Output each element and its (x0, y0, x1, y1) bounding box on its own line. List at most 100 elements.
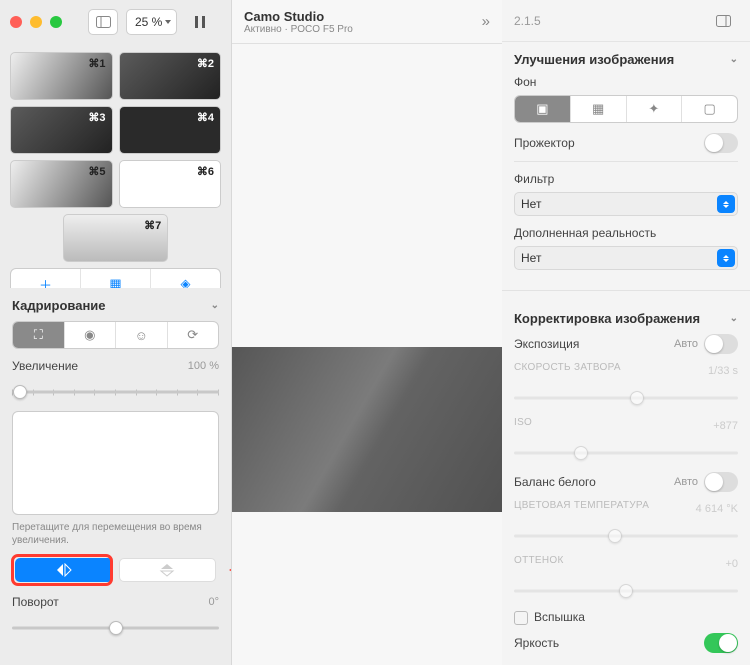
tint-row: ОТТЕНОК +0 (514, 555, 738, 572)
pan-drag-area[interactable] (12, 411, 219, 515)
wb-auto-toggle[interactable] (704, 472, 738, 492)
rotate-slider[interactable] (12, 617, 219, 639)
caret-icon (717, 249, 735, 267)
zoom-readout: 100 % (188, 360, 219, 372)
tint-slider[interactable] (514, 580, 738, 602)
crop-icon: ⛶ (34, 327, 43, 343)
brightness-row: Яркость (514, 633, 738, 653)
preset-1[interactable]: ⌘1 (10, 52, 113, 100)
chevron-right-icon: » (482, 13, 490, 30)
preset-5[interactable]: ⌘5 (10, 160, 113, 208)
chevron-down-icon[interactable]: ⌄ (211, 300, 219, 311)
shutter-slider[interactable] (514, 387, 738, 409)
preset-shortcut: ⌘6 (197, 165, 214, 178)
bg-mode-replace[interactable]: ✦ (627, 96, 683, 122)
enhance-heading: Улучшения изображения⌄ (514, 52, 738, 67)
left-scroll-area[interactable]: ⌘1 ⌘2 ⌘3 ⌘4 ⌘5 ⌘6 ⌘7 ＋ ▦ ◈ Кадрирование⌄… (0, 44, 231, 665)
spotlight-label: Прожектор (514, 136, 575, 150)
window-titlebar: 25 % (0, 0, 231, 44)
wb-label: Баланс белого (514, 475, 596, 489)
crop-mode-body[interactable]: ☺ (116, 322, 168, 348)
zoom-row: Увеличение 100 % (12, 359, 219, 373)
temp-value: 4 614 °K (696, 503, 738, 515)
add-preset-button[interactable]: ＋ (11, 269, 81, 288)
version-label: 2.1.5 (514, 14, 541, 28)
tint-value: +0 (725, 558, 738, 570)
layers-icon: ◈ (181, 276, 191, 288)
preset-shortcut: ⌘2 (197, 57, 214, 70)
ar-value: Нет (521, 251, 541, 265)
zoom-select[interactable]: 25 % (126, 9, 177, 35)
preset-6[interactable]: ⌘6 (119, 160, 222, 208)
iso-label: ISO (514, 417, 532, 428)
chevron-down-icon[interactable]: ⌄ (730, 54, 738, 65)
preset-7[interactable]: ⌘7 (63, 214, 169, 262)
sidebar-toggle-button[interactable] (88, 9, 118, 35)
mirror-horizontal-icon (55, 563, 73, 577)
blur-icon: ▦ (592, 101, 604, 117)
maximize-window-button[interactable] (50, 16, 62, 28)
spotlight-toggle[interactable] (704, 133, 738, 153)
auto-label: Авто (674, 476, 698, 488)
mirror-horizontal-button[interactable] (15, 558, 113, 582)
annotation-arrow (229, 560, 231, 580)
app-title: Camo Studio (244, 9, 353, 24)
chevron-down-icon[interactable]: ⌄ (730, 313, 738, 324)
brightness-label: Яркость (514, 636, 559, 650)
plus-icon: ＋ (39, 275, 52, 289)
bg-mode-none[interactable]: ▢ (682, 96, 737, 122)
right-panel[interactable]: 2.1.5 Улучшения изображения⌄ Фон ▣ ▦ ✦ ▢… (502, 0, 750, 665)
bg-mode-portrait[interactable]: ▣ (515, 96, 571, 122)
crop-mode-face[interactable]: ◉ (65, 322, 117, 348)
adjust-section: Корректировка изображения⌄ Экспозиция Ав… (502, 301, 750, 665)
right-sidebar-toggle[interactable] (708, 8, 738, 34)
iso-value: +877 (713, 420, 738, 432)
temp-slider[interactable] (514, 525, 738, 547)
mirror-vertical-button[interactable] (119, 558, 217, 582)
presets-section: ⌘1 ⌘2 ⌘3 ⌘4 ⌘5 ⌘6 ⌘7 ＋ ▦ ◈ (0, 44, 231, 288)
more-button[interactable]: » (482, 13, 490, 30)
flash-label: Вспышка (534, 610, 585, 624)
person-icon: ☺ (135, 328, 148, 343)
minimize-window-button[interactable] (30, 16, 42, 28)
close-window-button[interactable] (10, 16, 22, 28)
grid-icon: ▦ (109, 276, 121, 288)
exposure-label: Экспозиция (514, 337, 579, 351)
left-panel: 25 % ⌘1 ⌘2 ⌘3 ⌘4 ⌘5 ⌘6 ⌘7 ＋ ▦ ◈ Кадриров… (0, 0, 232, 665)
center-header: Camo Studio Активно · POCO F5 Pro » (232, 0, 502, 44)
divider (514, 161, 738, 162)
auto-label: Авто (674, 338, 698, 350)
filter-select[interactable]: Нет (514, 192, 738, 216)
crop-mode-auto[interactable]: ⟳ (168, 322, 219, 348)
crop-heading: Кадрирование⌄ (12, 298, 219, 313)
tint-label: ОТТЕНОК (514, 555, 564, 566)
rotate-row: Поворот 0° (12, 595, 219, 609)
caret-icon (717, 195, 735, 213)
zoom-slider[interactable] (12, 381, 219, 403)
preset-2[interactable]: ⌘2 (119, 52, 222, 100)
mirror-controls (12, 555, 219, 585)
ar-label: Дополненная реальность (514, 226, 738, 240)
pause-button[interactable] (185, 9, 215, 35)
bg-segmented: ▣ ▦ ✦ ▢ (514, 95, 738, 123)
layers-button[interactable]: ◈ (151, 269, 220, 288)
preset-4[interactable]: ⌘4 (119, 106, 222, 154)
portrait-icon: ▣ (536, 101, 548, 117)
temp-row: ЦВЕТОВАЯ ТЕМПЕРАТУРА 4 614 °K (514, 500, 738, 517)
preset-shortcut: ⌘4 (197, 111, 214, 124)
brightness-toggle[interactable] (704, 633, 738, 653)
flash-checkbox[interactable] (514, 611, 528, 625)
person-icon: ▢ (703, 101, 715, 117)
exposure-auto-toggle[interactable] (704, 334, 738, 354)
zoom-label: Увеличение (12, 359, 78, 373)
ar-select[interactable]: Нет (514, 246, 738, 270)
preset-3[interactable]: ⌘3 (10, 106, 113, 154)
crop-mode-manual[interactable]: ⛶ (13, 322, 65, 348)
crop-section: Кадрирование⌄ ⛶ ◉ ☺ ⟳ Увеличение 100 % П… (0, 288, 231, 651)
iso-slider[interactable] (514, 442, 738, 464)
preset-shortcut: ⌘3 (88, 111, 105, 124)
bg-mode-blur[interactable]: ▦ (571, 96, 627, 122)
grid-view-button[interactable]: ▦ (81, 269, 151, 288)
sidebar-toggle-icon (716, 15, 731, 27)
filter-value: Нет (521, 197, 541, 211)
